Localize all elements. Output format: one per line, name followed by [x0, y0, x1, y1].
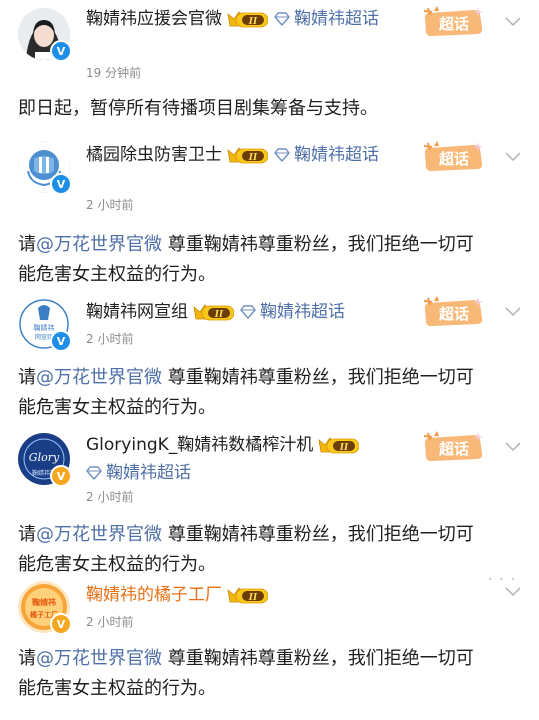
- post-header: 鞠婧祎网宣组 鞠婧祎超话: [86, 298, 416, 326]
- content-prefix: 请: [18, 648, 36, 669]
- post-5: 鞠婧祎 橘子工厂 V 鞠婧祎的橘子工厂 2 小时前 • • • 请@万花世界官微…: [0, 575, 539, 720]
- mention-link[interactable]: @万花世界官微: [36, 524, 162, 545]
- diamond-icon: [274, 12, 290, 26]
- chevron-down-icon[interactable]: [505, 152, 521, 162]
- post-content: 请@万花世界官微 尊重鞠婧祎尊重粉丝，我们拒绝一切可 能危害女主权益的行为。: [18, 520, 523, 580]
- svg-text:鞠婧祎: 鞠婧祎: [34, 323, 55, 332]
- post-time: 2 小时前: [86, 615, 134, 629]
- content-line-2: 能危害女主权益的行为。: [18, 264, 216, 285]
- post-time: 2 小时前: [86, 332, 134, 346]
- svg-text:Glory: Glory: [29, 451, 60, 464]
- post-2: V 橘园除虫防害卫士 鞠婧祎超话 2 小时前 超话 请@万花世界官微 尊重鞠婧祎尊…: [0, 135, 539, 290]
- diamond-icon: [86, 466, 102, 480]
- content-line-1: 请@万花世界官微 尊重鞠婧祎尊重粉丝，我们拒绝一切可: [18, 363, 523, 393]
- post-time: 2 小时前: [86, 490, 134, 504]
- content-line-2: 能危害女主权益的行为。: [18, 397, 216, 418]
- mention-link[interactable]: @万花世界官微: [36, 367, 162, 388]
- crown-level-icon: [226, 586, 268, 604]
- crown-level-icon: [226, 146, 268, 164]
- crown-level-icon: [317, 436, 359, 454]
- diamond-icon: [274, 148, 290, 162]
- content-prefix: 请: [18, 234, 36, 255]
- mention-link[interactable]: @万花世界官微: [36, 648, 162, 669]
- avatar[interactable]: V: [18, 8, 72, 62]
- verified-icon: V: [50, 40, 72, 62]
- chaohua-label: 超话: [438, 150, 469, 168]
- topic-link[interactable]: 鞠婧祎超话: [294, 145, 379, 165]
- content-text: 尊重鞠婧祎尊重粉丝，我们拒绝一切可: [162, 234, 474, 255]
- verified-icon: V: [50, 173, 72, 195]
- topic-link[interactable]: 鞠婧祎超话: [106, 463, 191, 483]
- avatar[interactable]: 鞠婧祎 网宣组 V: [18, 298, 72, 352]
- post-content: 即日起，暂停所有待播项目剧集筹备与支持。: [18, 98, 378, 119]
- chevron-down-icon[interactable]: [505, 307, 521, 317]
- post-4: Glory 鞠婧祎数 V GloryingK_鞠婧祎数橘榨汁机鞠婧祎超话 2 小…: [0, 425, 539, 575]
- post-time: 19 分钟前: [86, 66, 142, 80]
- author-name[interactable]: 橘园除虫防害卫士: [86, 145, 222, 165]
- post-content: 请@万花世界官微 尊重鞠婧祎尊重粉丝，我们拒绝一切可 能危害女主权益的行为。: [18, 230, 523, 290]
- chaohua-label: 超话: [438, 440, 469, 458]
- avatar[interactable]: V: [18, 141, 72, 195]
- mention-link[interactable]: @万花世界官微: [36, 234, 162, 255]
- content-prefix: 请: [18, 367, 36, 388]
- chaohua-badge-icon: 超话: [420, 295, 486, 329]
- topic-link[interactable]: 鞠婧祎超话: [294, 9, 379, 29]
- chaohua-badge-icon: 超话: [420, 5, 486, 39]
- post-header: GloryingK_鞠婧祎数橘榨汁机鞠婧祎超话: [86, 431, 416, 487]
- post-3: 鞠婧祎 网宣组 V 鞠婧祎网宣组 鞠婧祎超话 2 小时前 超话 请@万花世界官微 …: [0, 290, 539, 425]
- crown-level-icon: [192, 303, 234, 321]
- post-content: 请@万花世界官微 尊重鞠婧祎尊重粉丝，我们拒绝一切可 能危害女主权益的行为。: [18, 363, 523, 423]
- chevron-down-icon[interactable]: [505, 17, 521, 27]
- post-header: 鞠婧祎应援会官微 鞠婧祎超话: [86, 5, 416, 33]
- content-text: 尊重鞠婧祎尊重粉丝，我们拒绝一切可: [162, 524, 474, 545]
- author-name[interactable]: 鞠婧祎网宣组: [86, 302, 188, 322]
- chevron-down-icon[interactable]: [505, 442, 521, 452]
- verified-icon: V: [50, 613, 72, 635]
- content-line-1: 请@万花世界官微 尊重鞠婧祎尊重粉丝，我们拒绝一切可: [18, 230, 523, 260]
- diamond-icon: [240, 305, 256, 319]
- svg-text:鞠婧祎: 鞠婧祎: [32, 597, 56, 607]
- author-name[interactable]: 鞠婧祎的橘子工厂: [86, 585, 222, 605]
- content-prefix: 请: [18, 524, 36, 545]
- verified-icon: V: [50, 465, 72, 487]
- avatar[interactable]: 鞠婧祎 橘子工厂 V: [18, 581, 72, 635]
- chaohua-button[interactable]: 超话: [420, 140, 486, 174]
- chaohua-badge-icon: 超话: [420, 430, 486, 464]
- post-1: V 鞠婧祎应援会官微 鞠婧祎超话 19 分钟前 超话 即日起，暂停所有待播项目剧集…: [0, 0, 539, 135]
- content-line-2: 能危害女主权益的行为。: [18, 678, 216, 699]
- topic-link[interactable]: 鞠婧祎超话: [260, 302, 345, 322]
- post-header: 橘园除虫防害卫士 鞠婧祎超话: [86, 141, 416, 169]
- avatar[interactable]: Glory 鞠婧祎数 V: [18, 433, 72, 487]
- author-name[interactable]: GloryingK_鞠婧祎数橘榨汁机: [86, 435, 313, 455]
- chevron-down-icon[interactable]: [505, 587, 521, 597]
- author-name[interactable]: 鞠婧祎应援会官微: [86, 9, 222, 29]
- chaohua-badge-icon: 超话: [420, 140, 486, 174]
- chaohua-label: 超话: [438, 15, 469, 33]
- content-line-1: 请@万花世界官微 尊重鞠婧祎尊重粉丝，我们拒绝一切可: [18, 520, 523, 550]
- chaohua-label: 超话: [438, 305, 469, 323]
- content-line-1: 请@万花世界官微 尊重鞠婧祎尊重粉丝，我们拒绝一切可: [18, 644, 523, 674]
- content-text: 尊重鞠婧祎尊重粉丝，我们拒绝一切可: [162, 367, 474, 388]
- chaohua-button[interactable]: 超话: [420, 430, 486, 464]
- content-text: 尊重鞠婧祎尊重粉丝，我们拒绝一切可: [162, 648, 474, 669]
- chaohua-button[interactable]: 超话: [420, 5, 486, 39]
- post-content: 请@万花世界官微 尊重鞠婧祎尊重粉丝，我们拒绝一切可 能危害女主权益的行为。: [18, 644, 523, 704]
- post-time: 2 小时前: [86, 198, 134, 212]
- crown-level-icon: [226, 10, 268, 28]
- chaohua-button[interactable]: 超话: [420, 295, 486, 329]
- post-header: 鞠婧祎的橘子工厂: [86, 581, 416, 609]
- verified-icon: V: [50, 330, 72, 352]
- more-dots: • • •: [488, 575, 518, 584]
